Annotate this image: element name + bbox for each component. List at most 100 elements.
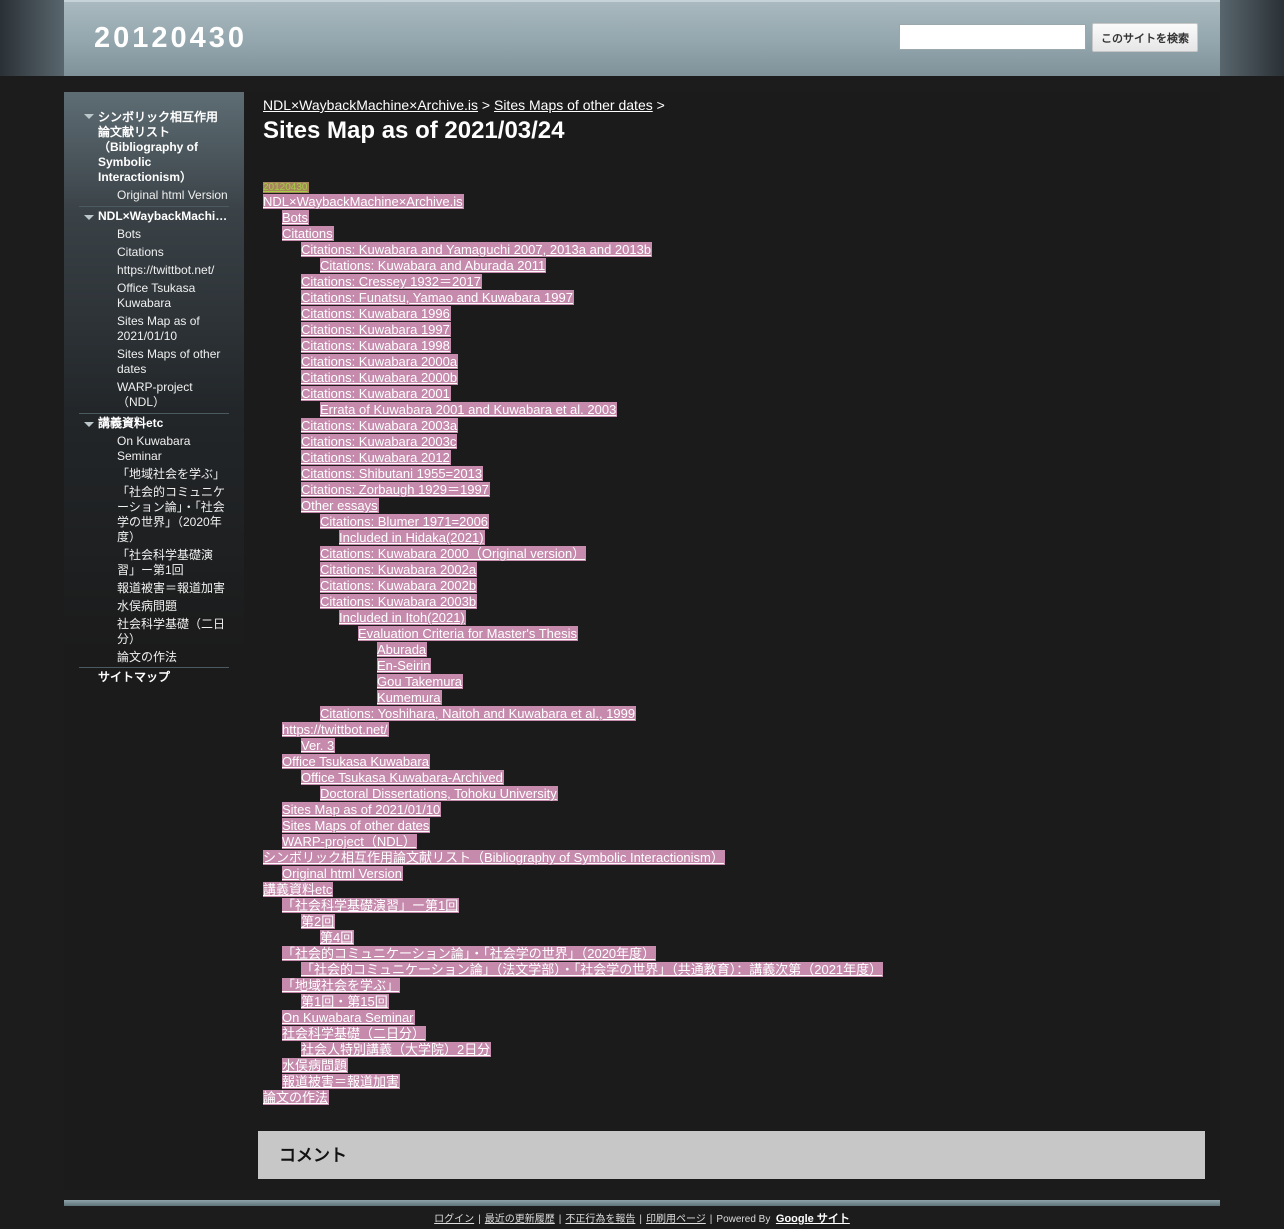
sitemap-link[interactable]: Citations: Shibutani 1955=2013 (301, 466, 484, 481)
sidebar-item-sitemap[interactable]: サイトマップ (79, 667, 229, 687)
sitemap-link[interactable]: 「社会的コミュニケーション論」・「社会学の世界」（2020年度） (282, 946, 657, 961)
sitemap-link[interactable]: Citations: Yoshihara, Naitoh and Kuwabar… (320, 706, 637, 721)
sitemap-link[interactable]: Citations: Kuwabara 2000（Original versio… (320, 546, 587, 561)
sitemap-link[interactable]: Citations: Kuwabara 1998 (301, 338, 451, 353)
sitemap-link[interactable]: Citations: Kuwabara 1997 (301, 322, 451, 337)
sitemap-link[interactable]: 社会人特別講義（大学院）2日分 (301, 1042, 492, 1057)
footer-report-abuse-link[interactable]: 不正行為を報告 (565, 1214, 635, 1225)
sitemap-link[interactable]: NDL×WaybackMachine×Archive.is (263, 194, 464, 209)
sitemap-row: Included in Itoh(2021) (263, 610, 1203, 626)
sitemap-link[interactable]: Citations: Kuwabara 2003c (301, 434, 458, 449)
sitemap-link[interactable]: Citations: Kuwabara 2002a (320, 562, 478, 577)
sitemap-link[interactable]: Citations: Funatsu, Yamao and Kuwabara 1… (301, 290, 574, 305)
sitemap-link[interactable]: 社会科学基礎（二日分） (282, 1026, 427, 1041)
sidebar-item-sites-maps-other[interactable]: Sites Maps of other dates (79, 346, 229, 379)
sidebar-item-ronbun[interactable]: 論文の作法 (79, 649, 229, 667)
sitemap-row: 報道被害＝報道加害 (263, 1074, 1203, 1090)
breadcrumb-link-ndl[interactable]: NDL×WaybackMachine×Archive.is (263, 97, 478, 113)
sitemap-link[interactable]: Evaluation Criteria for Master's Thesis (358, 626, 578, 641)
footer-print-link[interactable]: 印刷用ページ (646, 1214, 706, 1225)
sitemap-link[interactable]: Citations: Cressey 1932＝2017 (301, 274, 482, 289)
sitemap-link[interactable]: Errata of Kuwabara 2001 and Kuwabara et … (320, 402, 618, 417)
sitemap-link[interactable]: Included in Itoh(2021) (339, 610, 466, 625)
sitemap-link[interactable]: Citations: Kuwabara 2000a (301, 354, 459, 369)
sitemap-link[interactable]: 「社会科学基礎演習」ー第1回 (282, 898, 460, 913)
sidebar-item-citations[interactable]: Citations (79, 244, 229, 262)
sitemap-link[interactable]: En-Seirin (377, 658, 432, 673)
sitemap-link[interactable]: 論文の作法 (263, 1090, 330, 1105)
sitemap-link[interactable]: Sites Map as of 2021/01/10 (282, 802, 442, 817)
sitemap-link[interactable]: https://twittbot.net/ (282, 722, 389, 737)
sitemap-link[interactable]: 水俣病問題 (282, 1058, 349, 1073)
sitemap-link[interactable]: 第4回 (320, 930, 355, 945)
sidebar-item-original-html[interactable]: Original html Version (79, 187, 229, 205)
sidebar-item-twittbot[interactable]: https://twittbot.net/ (79, 262, 229, 280)
sidebar-group-label[interactable]: シンボリック相互作用論文献リスト（Bibliography of Symboli… (98, 110, 218, 184)
sitemap-link-current[interactable]: 20120430 (263, 182, 309, 193)
sitemap-link[interactable]: 「社会的コミュニケーション論」（法文学部）・「社会学の世界」（共通教育）：講義次… (301, 962, 884, 977)
sitemap-link[interactable]: Aburada (377, 642, 428, 657)
sitemap-link[interactable]: Citations: Kuwabara 2003a (301, 418, 459, 433)
sitemap-link[interactable]: Original html Version (282, 866, 403, 881)
sitemap-row: Original html Version (263, 866, 1203, 882)
sitemap-link[interactable]: Office Tsukasa Kuwabara-Archived (301, 770, 504, 785)
sidebar-item-seminar[interactable]: On Kuwabara Seminar (79, 433, 229, 466)
sitemap-link[interactable]: Citations: Zorbaugh 1929＝1997 (301, 482, 490, 497)
sitemap-link[interactable]: Gou Takemura (377, 674, 464, 689)
sitemap-row: Citations: Kuwabara 2003b (263, 594, 1203, 610)
sitemap-link[interactable]: 第1回・第15回 (301, 994, 389, 1009)
sitemap-link[interactable]: Citations: Kuwabara 2003b (320, 594, 478, 609)
sitemap-link[interactable]: Other essays (301, 498, 379, 513)
sitemap-link[interactable]: Doctoral Dissertations, Tohoku Universit… (320, 786, 558, 801)
sitemap-link[interactable]: Citations: Kuwabara and Aburada 2011 (320, 258, 547, 273)
collapse-triangle-icon[interactable] (84, 422, 94, 427)
sidebar-item-enshu[interactable]: 「社会科学基礎演習」ー第1回 (79, 547, 229, 580)
sidebar-item-sites-map[interactable]: Sites Map as of 2021/01/10 (79, 313, 229, 346)
sitemap-link[interactable]: シンボリック相互作用論文献リスト（Bibliography of Symboli… (263, 850, 725, 865)
collapse-triangle-icon[interactable] (84, 114, 94, 119)
sidebar-item-communication[interactable]: 「社会的コミュニケーション論」・「社会学の世界」（2020年度） (79, 484, 229, 547)
sidebar-item-chiiki[interactable]: 「地域社会を学ぶ」 (79, 466, 229, 484)
sidebar-item-warp[interactable]: WARP-project（NDL） (79, 379, 229, 412)
sitemap-link[interactable]: On Kuwabara Seminar (282, 1010, 415, 1025)
sitemap-link[interactable]: Citations: Kuwabara and Yamaguchi 2007, … (301, 242, 653, 257)
sidebar-group-bibliography[interactable]: シンボリック相互作用論文献リスト（Bibliography of Symboli… (79, 110, 229, 187)
sidebar-group-label[interactable]: NDL×WaybackMachine×Archive.is (98, 209, 229, 224)
footer-google-sites-link[interactable]: Google サイト (776, 1213, 850, 1225)
sitemap-link[interactable]: Bots (282, 210, 310, 225)
sitemap-link[interactable]: 第2回 (301, 914, 336, 929)
breadcrumb-link-sites-maps[interactable]: Sites Maps of other dates (494, 97, 653, 113)
sidebar-group-ndl[interactable]: NDL×WaybackMachine×Archive.is (79, 206, 229, 226)
search-button[interactable]: このサイトを検索 (1092, 23, 1198, 52)
sitemap-link[interactable]: Citations: Kuwabara 2000b (301, 370, 459, 385)
sitemap-link[interactable]: Ver. 3 (301, 738, 336, 753)
footer-login-link[interactable]: ログイン (434, 1214, 474, 1225)
sidebar-group-lectures[interactable]: 講義資料etc (79, 413, 229, 433)
sitemap-link[interactable]: Citations: Blumer 1971=2006 (320, 514, 490, 529)
sitemap-link[interactable]: Kumemura (377, 690, 442, 705)
sitemap-link[interactable]: Included in Hidaka(2021) (339, 530, 485, 545)
sitemap-link[interactable]: Citations: Kuwabara 2001 (301, 386, 451, 401)
sitemap-link[interactable]: Citations (282, 226, 334, 241)
search-input[interactable] (899, 24, 1086, 50)
sitemap-link[interactable]: Office Tsukasa Kuwabara (282, 754, 430, 769)
sitemap-link[interactable]: 「地域社会を学ぶ」 (282, 978, 401, 993)
sitemap-link[interactable]: WARP-project（NDL） (282, 834, 417, 849)
sitemap-row: Aburada (263, 642, 1203, 658)
sitemap-link[interactable]: Sites Maps of other dates (282, 818, 431, 833)
sidebar-item-office[interactable]: Office Tsukasa Kuwabara (79, 280, 229, 313)
footer-recent-changes-link[interactable]: 最近の更新履歴 (485, 1214, 555, 1225)
sidebar-item-bots[interactable]: Bots (79, 226, 229, 244)
sidebar-group-label[interactable]: 講義資料etc (98, 416, 163, 430)
sitemap-link[interactable]: Citations: Kuwabara 2012 (301, 450, 451, 465)
site-title[interactable]: 20120430 (94, 22, 247, 55)
sitemap-row: Gou Takemura (263, 674, 1203, 690)
sidebar-item-houdou[interactable]: 報道被害＝報道加害 (79, 580, 229, 598)
collapse-triangle-icon[interactable] (84, 215, 94, 220)
sitemap-link[interactable]: Citations: Kuwabara 2002b (320, 578, 478, 593)
sidebar-item-minamata[interactable]: 水俣病問題 (79, 598, 229, 616)
sitemap-link[interactable]: Citations: Kuwabara 1996 (301, 306, 451, 321)
sidebar-item-kiso[interactable]: 社会科学基礎（二日分） (79, 616, 229, 649)
sitemap-link[interactable]: 報道被害＝報道加害 (282, 1074, 401, 1089)
sitemap-link[interactable]: 講義資料etc (263, 882, 334, 897)
